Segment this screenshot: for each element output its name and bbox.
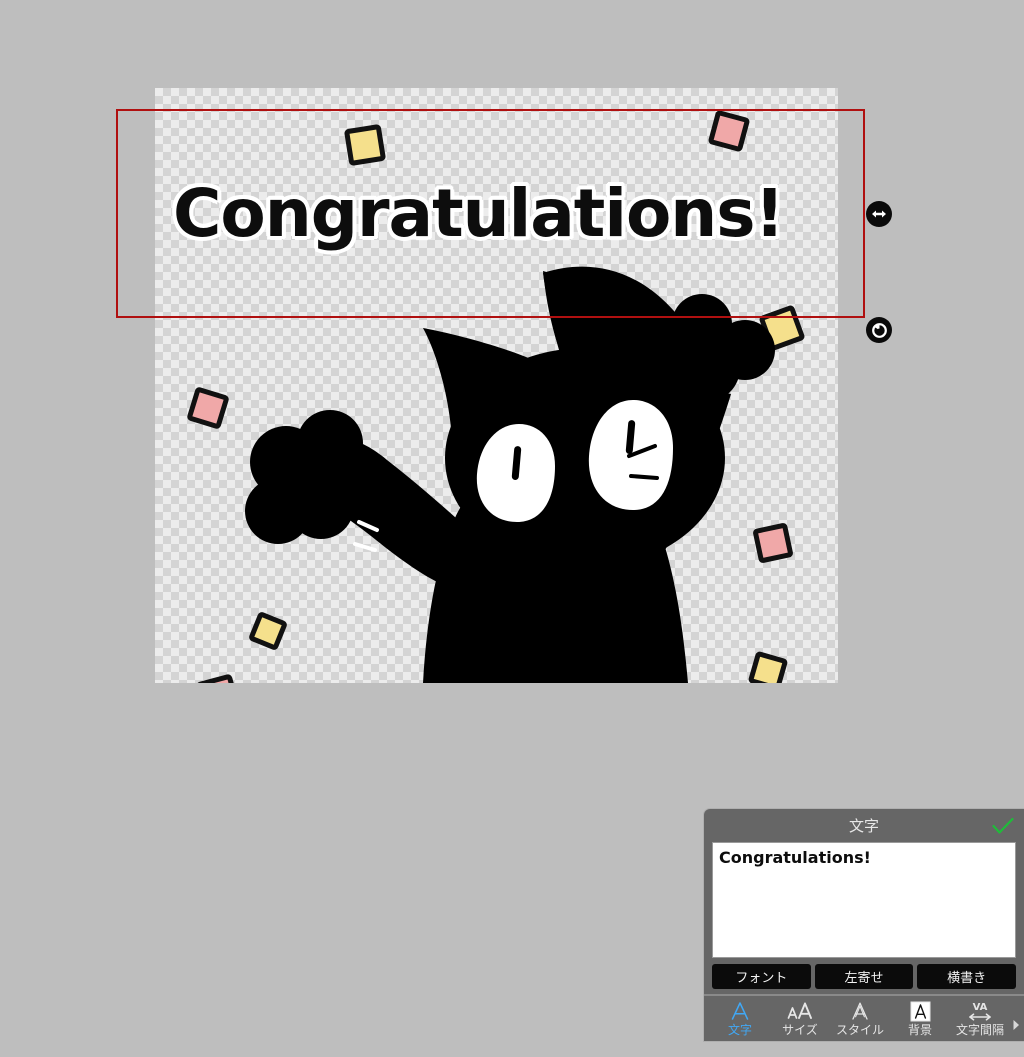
panel-title: 文字 — [848, 817, 879, 835]
rotate-handle[interactable] — [866, 317, 892, 343]
tab-style-label: スタイル — [835, 1023, 884, 1037]
font-button[interactable]: フォント — [712, 964, 811, 989]
option-buttons-row: フォント 左寄せ 横書き — [704, 958, 1024, 994]
text-input[interactable] — [713, 843, 1015, 957]
text-input-container[interactable] — [712, 842, 1016, 958]
chevron-right-icon — [1013, 1020, 1019, 1030]
confirm-button[interactable] — [990, 813, 1016, 839]
tab-size-label: サイズ — [782, 1023, 818, 1037]
more-tabs-button[interactable] — [1010, 1018, 1022, 1032]
boxed-a-icon — [910, 1000, 931, 1022]
letter-spacing-icon: VA — [965, 1000, 995, 1022]
tab-background[interactable]: 背景 — [890, 999, 950, 1037]
panel-header: 文字 — [704, 809, 1024, 842]
tab-bar: 文字 サイズ スタイル 背景 VA 文字間隔 — [704, 994, 1024, 1041]
check-icon — [992, 817, 1014, 834]
tab-style[interactable]: スタイル — [830, 999, 890, 1037]
tab-text-label: 文字 — [727, 1023, 752, 1037]
svg-text:VA: VA — [973, 1002, 988, 1013]
double-a-size-icon — [786, 1000, 814, 1022]
tab-letter-spacing[interactable]: VA 文字間隔 — [950, 999, 1010, 1037]
app-root: Congratulations! 文字 フォント — [0, 0, 1024, 1057]
tab-size[interactable]: サイズ — [770, 999, 830, 1037]
text-options-panel: 文字 フォント 左寄せ 横書き 文字 — [704, 809, 1024, 1041]
left-paw — [245, 410, 363, 544]
horizontal-resize-handle[interactable] — [866, 201, 892, 227]
tab-letter-spacing-label: 文字間隔 — [955, 1023, 1004, 1037]
writing-direction-button[interactable]: 横書き — [917, 964, 1017, 989]
selection-rectangle[interactable] — [116, 109, 865, 318]
horizontal-resize-icon — [872, 210, 886, 218]
letter-a-icon — [730, 1000, 750, 1022]
tab-background-label: 背景 — [907, 1023, 932, 1037]
outline-a-icon — [850, 1000, 870, 1022]
align-button[interactable]: 左寄せ — [814, 964, 914, 989]
tab-text[interactable]: 文字 — [710, 999, 770, 1037]
rotate-icon — [871, 322, 887, 338]
